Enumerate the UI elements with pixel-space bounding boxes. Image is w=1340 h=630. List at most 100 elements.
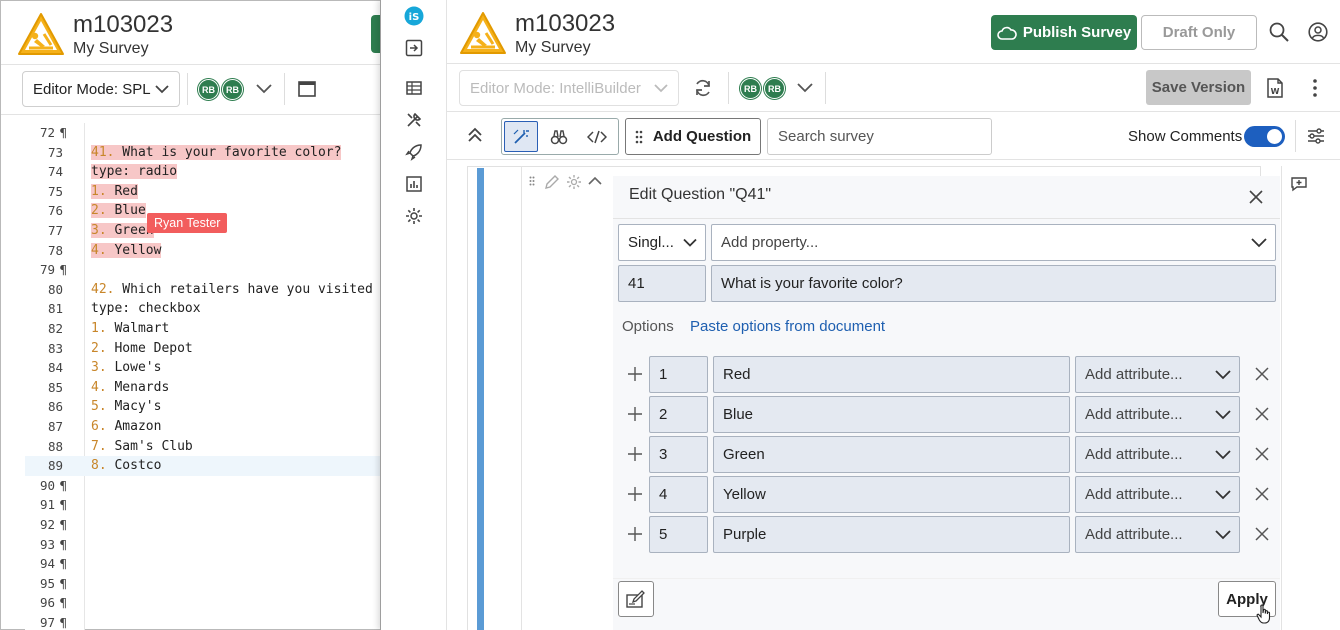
option-attribute-select[interactable]: Add attribute... xyxy=(1075,476,1240,513)
add-property-select[interactable]: Add property... xyxy=(711,224,1276,261)
question-number-input[interactable]: 41 xyxy=(618,265,706,302)
construction-logo-icon xyxy=(459,11,507,55)
option-label-input[interactable]: Yellow xyxy=(713,476,1070,513)
svg-text:W: W xyxy=(1271,87,1280,96)
divider xyxy=(521,166,522,630)
add-question-button[interactable]: Add Question xyxy=(625,118,761,155)
header: m103023 My Survey Publish Survey Draft O… xyxy=(447,0,1340,64)
plus-icon[interactable] xyxy=(627,406,643,422)
chevron-down-icon[interactable] xyxy=(797,83,813,93)
save-version-button[interactable]: Save Version xyxy=(1146,70,1251,105)
sliders-icon[interactable] xyxy=(1307,127,1325,145)
rocket-icon[interactable] xyxy=(404,142,424,162)
search-icon[interactable] xyxy=(1269,22,1289,42)
chevron-down-icon[interactable] xyxy=(256,84,272,94)
chart-icon[interactable] xyxy=(404,174,424,194)
draft-only-button[interactable]: Draft Only xyxy=(1141,15,1257,50)
add-comment-icon[interactable] xyxy=(1290,176,1308,192)
paste-options-link[interactable]: Paste options from document xyxy=(690,318,885,335)
code-line[interactable]: 41. What is your favorite color? xyxy=(91,143,342,163)
option-label-input[interactable]: Blue xyxy=(713,396,1070,433)
refresh-icon[interactable] xyxy=(693,78,713,98)
code-line[interactable]: 42. Which retailers have you visited in xyxy=(91,280,381,300)
gear-icon[interactable] xyxy=(566,174,582,190)
collapse-all-icon[interactable] xyxy=(467,127,483,143)
gear-icon[interactable] xyxy=(404,206,424,226)
option-label-input[interactable]: Green xyxy=(713,436,1070,473)
user-icon[interactable] xyxy=(1308,22,1328,42)
remove-option-icon[interactable] xyxy=(1255,447,1271,463)
line-number: 73 xyxy=(47,144,63,160)
table-icon[interactable] xyxy=(404,78,424,98)
plus-icon[interactable] xyxy=(627,526,643,542)
remove-option-icon[interactable] xyxy=(1255,527,1271,543)
remove-option-icon[interactable] xyxy=(1255,367,1271,383)
option-code-input[interactable]: 3 xyxy=(649,436,708,473)
editor-mode-select[interactable]: Editor Mode: IntelliBuilder xyxy=(459,70,679,106)
code-line[interactable]: 6. Amazon xyxy=(91,417,161,437)
plus-icon[interactable] xyxy=(627,366,643,382)
show-comments-toggle[interactable] xyxy=(1244,126,1285,147)
code-line[interactable]: 3. Lowe's xyxy=(91,358,161,378)
code-editor[interactable]: 72 ¶ 73 41. What is your favorite color? 74 t… xyxy=(25,123,381,630)
binoculars-icon[interactable] xyxy=(540,119,578,154)
attribute-placeholder: Add attribute... xyxy=(1085,446,1183,463)
chevron-down-icon xyxy=(1215,489,1231,500)
remove-option-icon[interactable] xyxy=(1255,407,1271,423)
code-line[interactable]: 7. Sam's Club xyxy=(91,437,193,457)
option-attribute-select[interactable]: Add attribute... xyxy=(1075,356,1240,393)
window-icon[interactable] xyxy=(298,81,316,97)
option-attribute-select[interactable]: Add attribute... xyxy=(1075,396,1240,433)
code-line[interactable]: 1. Red xyxy=(91,182,138,202)
panel-title: Edit Question "Q41" xyxy=(629,186,772,203)
publish-survey-button[interactable]: Publish Survey xyxy=(991,15,1137,50)
option-attribute-select[interactable]: Add attribute... xyxy=(1075,516,1240,553)
sign-in-icon[interactable] xyxy=(404,38,424,58)
chevron-down-icon xyxy=(155,84,169,94)
pilcrow-icon: ¶ xyxy=(59,575,67,591)
question-type-select[interactable]: Singl... xyxy=(618,224,706,261)
code-line[interactable]: 5. Macy's xyxy=(91,397,161,417)
code-line[interactable]: 2. Home Depot xyxy=(91,339,193,359)
code-line[interactable]: type: checkbox xyxy=(91,299,201,319)
code-line[interactable]: 3. Green xyxy=(91,221,154,241)
question-text-input[interactable]: What is your favorite color? xyxy=(711,265,1276,302)
option-code-input[interactable]: 1 xyxy=(649,356,708,393)
plus-icon[interactable] xyxy=(627,486,643,502)
divider xyxy=(284,73,285,105)
option-code-input[interactable]: 2 xyxy=(649,396,708,433)
code-line[interactable]: type: radio xyxy=(91,162,178,182)
options-label: Options xyxy=(622,318,674,335)
line-number: 87 xyxy=(47,419,63,434)
code-line[interactable]: 1. Walmart xyxy=(91,319,169,339)
bulk-edit-button[interactable] xyxy=(618,581,654,617)
divider xyxy=(825,72,826,104)
option-attribute-select[interactable]: Add attribute... xyxy=(1075,436,1240,473)
drag-handle-icon[interactable] xyxy=(529,176,535,186)
code-icon[interactable] xyxy=(578,119,616,154)
app-logo-icon[interactable]: iS xyxy=(404,6,424,26)
chevron-up-icon[interactable] xyxy=(588,176,602,186)
option-code-input[interactable]: 5 xyxy=(649,516,708,553)
word-document-icon[interactable]: W xyxy=(1266,78,1284,98)
code-line[interactable]: 4. Yellow xyxy=(91,241,162,261)
editor-mode-select[interactable]: Editor Mode: SPL xyxy=(22,71,180,107)
code-line[interactable]: 4. Menards xyxy=(91,378,169,398)
toggle-knob xyxy=(1267,129,1282,144)
code-line[interactable]: 8. Costco xyxy=(91,456,161,476)
tools-icon[interactable] xyxy=(404,110,424,130)
chevron-down-icon xyxy=(1215,369,1231,380)
search-survey-input[interactable]: Search survey xyxy=(767,118,992,155)
option-label-input[interactable]: Red xyxy=(713,356,1070,393)
option-code-input[interactable]: 4 xyxy=(649,476,708,513)
remove-option-icon[interactable] xyxy=(1255,487,1271,503)
code-line[interactable]: 2. Blue xyxy=(91,201,146,221)
pilcrow-icon: ¶ xyxy=(59,497,67,513)
plus-icon[interactable] xyxy=(627,446,643,462)
more-vertical-icon[interactable] xyxy=(1313,79,1317,97)
pilcrow-icon: ¶ xyxy=(59,556,67,572)
option-label-input[interactable]: Purple xyxy=(713,516,1070,553)
pencil-icon[interactable] xyxy=(544,174,560,190)
edit-wand-icon[interactable] xyxy=(504,121,538,152)
close-icon[interactable] xyxy=(1249,190,1263,204)
